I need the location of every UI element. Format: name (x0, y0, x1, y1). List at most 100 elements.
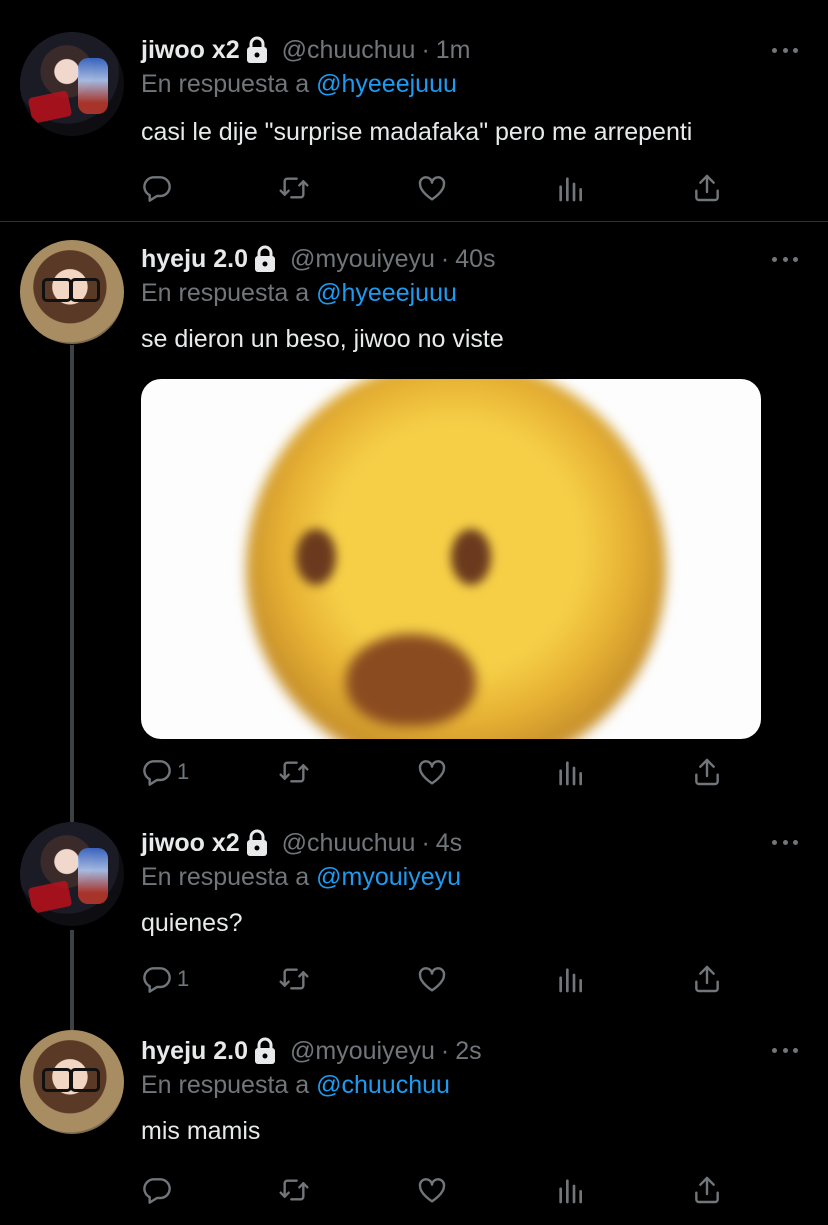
tweet-header: hyeju 2.0 @myouiyeyu · 40s (141, 242, 804, 276)
heart-icon (416, 172, 448, 204)
reply-prefix: En respuesta a (141, 1071, 310, 1099)
tweet-text: casi le dije "surprise madafaka" pero me… (141, 118, 693, 146)
reply-icon (141, 756, 173, 788)
timestamp[interactable]: 4s (436, 829, 462, 858)
avatar[interactable] (20, 32, 124, 136)
avatar[interactable] (20, 822, 124, 926)
timestamp[interactable]: 1m (436, 36, 471, 65)
retweet-button[interactable] (278, 168, 310, 208)
like-button[interactable] (416, 168, 448, 208)
lock-icon (252, 244, 278, 274)
heart-icon (416, 1174, 448, 1206)
more-icon[interactable] (772, 254, 798, 264)
like-button[interactable] (416, 959, 448, 999)
tweet[interactable]: hyeju 2.0 @myouiyeyu · 2s En respuesta a… (0, 1030, 828, 1225)
share-button[interactable] (691, 752, 723, 792)
separator: · (440, 1036, 450, 1065)
analytics-icon (554, 172, 586, 204)
views-button[interactable] (554, 959, 586, 999)
emoji-eye (296, 529, 336, 585)
lock-icon (252, 1036, 278, 1066)
reply-context: En respuesta a @chuuchuu (141, 1068, 804, 1102)
more-icon[interactable] (772, 45, 798, 55)
reply-button[interactable]: 1 (141, 752, 189, 792)
reply-prefix: En respuesta a (141, 863, 310, 891)
reply-mention[interactable]: @hyeeejuuu (316, 279, 457, 307)
tweet-text: se dieron un beso, jiwoo no viste (141, 325, 504, 353)
retweet-button[interactable] (278, 959, 310, 999)
retweet-icon (278, 172, 310, 204)
share-button[interactable] (691, 959, 723, 999)
reply-prefix: En respuesta a (141, 279, 310, 307)
display-name[interactable]: hyeju 2.0 (141, 245, 248, 274)
tweet-actions (141, 168, 731, 208)
separator: · (440, 244, 450, 273)
reply-icon (141, 963, 173, 995)
share-icon (691, 963, 723, 995)
emoji-eye (451, 529, 491, 585)
reply-context: En respuesta a @hyeeejuuu (141, 67, 804, 101)
separator: · (421, 35, 430, 64)
share-icon (691, 172, 723, 204)
reply-count: 1 (177, 966, 190, 991)
views-button[interactable] (554, 1170, 586, 1210)
avatar[interactable] (20, 240, 124, 344)
reply-context: En respuesta a @hyeeejuuu (141, 276, 804, 310)
more-icon[interactable] (772, 1045, 798, 1055)
reply-mention[interactable]: @hyeeejuuu (316, 70, 457, 98)
reply-mention[interactable]: @myouiyeyu (316, 863, 461, 891)
emoji-mouth (346, 634, 476, 726)
tweet-actions: 1 (141, 959, 731, 999)
display-name[interactable]: hyeju 2.0 (141, 1037, 248, 1066)
share-icon (691, 1174, 723, 1206)
analytics-icon (554, 1174, 586, 1206)
username[interactable]: @chuuchuu (282, 829, 416, 858)
tweet-actions (141, 1170, 731, 1210)
tweet-header: jiwoo x2 @chuuchuu · 1m (141, 33, 804, 67)
avatar[interactable] (20, 1030, 124, 1134)
timestamp[interactable]: 40s (455, 245, 495, 274)
heart-icon (416, 963, 448, 995)
display-name[interactable]: jiwoo x2 (141, 36, 240, 65)
more-icon[interactable] (772, 837, 798, 847)
separator: · (421, 828, 430, 857)
share-button[interactable] (691, 168, 723, 208)
tweet-header: jiwoo x2 @chuuchuu · 4s (141, 826, 804, 860)
tweet-header: hyeju 2.0 @myouiyeyu · 2s (141, 1034, 804, 1068)
reply-button[interactable] (141, 1170, 177, 1210)
views-button[interactable] (554, 168, 586, 208)
retweet-icon (278, 1174, 310, 1206)
retweet-button[interactable] (278, 1170, 310, 1210)
retweet-button[interactable] (278, 752, 310, 792)
username[interactable]: @chuuchuu (282, 36, 416, 65)
reply-button[interactable] (141, 168, 177, 208)
reply-context: En respuesta a @myouiyeyu (141, 860, 804, 894)
lock-icon (244, 35, 270, 65)
tweet[interactable]: jiwoo x2 @chuuchuu · 1m En respuesta a @… (0, 0, 828, 220)
reply-prefix: En respuesta a (141, 70, 310, 98)
reply-icon (141, 1174, 173, 1206)
lock-icon (244, 828, 270, 858)
analytics-icon (554, 756, 586, 788)
reply-icon (141, 172, 173, 204)
tweet[interactable]: hyeju 2.0 @myouiyeyu · 40s En respuesta … (0, 222, 828, 822)
username[interactable]: @myouiyeyu (290, 1037, 435, 1066)
reply-button[interactable]: 1 (141, 959, 189, 999)
heart-icon (416, 756, 448, 788)
retweet-icon (278, 963, 310, 995)
like-button[interactable] (416, 1170, 448, 1210)
share-icon (691, 756, 723, 788)
tweet-image[interactable] (141, 379, 761, 739)
like-button[interactable] (416, 752, 448, 792)
views-button[interactable] (554, 752, 586, 792)
display-name[interactable]: jiwoo x2 (141, 829, 240, 858)
username[interactable]: @myouiyeyu (290, 245, 435, 274)
tweet-actions: 1 (141, 752, 731, 792)
reply-count: 1 (177, 759, 190, 784)
tweet-text: mis mamis (141, 1117, 261, 1145)
share-button[interactable] (691, 1170, 723, 1210)
reply-mention[interactable]: @chuuchuu (316, 1071, 450, 1099)
tweet[interactable]: jiwoo x2 @chuuchuu · 4s En respuesta a @… (0, 822, 828, 1027)
analytics-icon (554, 963, 586, 995)
timestamp[interactable]: 2s (455, 1037, 481, 1066)
